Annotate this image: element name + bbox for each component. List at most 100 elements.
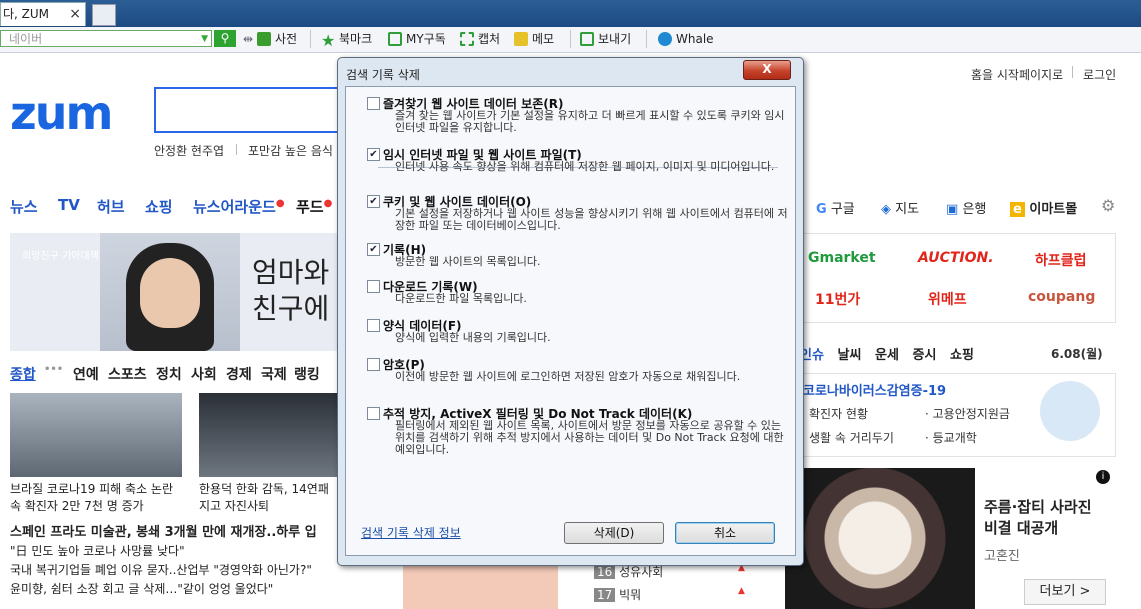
toolbar-label: 북마크 [339, 32, 373, 46]
toolbar-whale-button[interactable]: Whale [658, 30, 714, 48]
set-home-link[interactable]: 홈을 시작페이지로 [971, 66, 1063, 83]
zum-logo[interactable]: zum [10, 86, 113, 140]
emart-link[interactable]: e 이마트몰 [1010, 198, 1077, 217]
option-description: 인터넷 사용 속도 향상을 위해 컴퓨터에 저장한 웹 페이지, 이미지 및 미… [395, 160, 775, 173]
shop-auction[interactable]: AUCTION. [918, 250, 994, 266]
info-icon[interactable]: i [1096, 470, 1110, 484]
search-icon[interactable]: ⚲ [214, 30, 236, 47]
news-item[interactable]: "日 민도 높아 코로나 사망률 낮다" [10, 542, 185, 559]
checkbox[interactable]: ✔ [367, 243, 380, 256]
link-label: 이마트몰 [1029, 202, 1078, 217]
checkbox[interactable] [367, 97, 380, 110]
topic-tab[interactable]: 쇼핑 [950, 348, 974, 363]
nav-tv[interactable]: TV [58, 196, 80, 214]
login-link[interactable]: 로그인 [1083, 66, 1116, 83]
divider [236, 144, 237, 155]
subnav-economy[interactable]: 경제 [226, 364, 252, 384]
toolbar-subscription-button[interactable]: MY구독 [388, 30, 446, 48]
photo-caption[interactable]: 브라질 코로나19 피해 축소 논란 속 확진자 2만 7천 명 증가 [10, 480, 173, 514]
toolbar-label: 보내기 [598, 32, 632, 46]
checkbox[interactable]: ✔ [367, 195, 380, 208]
delete-button[interactable]: 삭제(D) [564, 522, 664, 544]
toolbar-dictionary-button[interactable]: 사전 [257, 30, 297, 48]
ranking-item[interactable]: 17 빅뭐 [594, 586, 641, 603]
option-description: 양식에 입력한 내용의 기록입니다. [395, 331, 551, 344]
nav-food[interactable]: 푸드● [296, 196, 332, 217]
news-item[interactable]: 국내 복귀기업들 폐업 이유 묻자..산업부 "경영악화 아닌가?" [10, 561, 312, 578]
topic-tab[interactable]: 운세 [875, 348, 899, 363]
subnav-all[interactable]: 종합 [10, 364, 36, 384]
subnav-world[interactable]: 국제 [261, 364, 287, 384]
browser-tab[interactable]: 다, ZUM × [0, 2, 86, 26]
topic-tab[interactable]: 날씨 [838, 348, 862, 363]
search-hint[interactable]: 안정환 현주엽 [154, 142, 224, 159]
shop-coupang[interactable]: coupang [1028, 289, 1095, 305]
rank-up-icon: ▲ [738, 586, 745, 596]
option-description: 필터링에서 제외된 웹 사이트 목록, 사이트에서 방문 정보를 자동으로 공유… [395, 419, 784, 456]
toolbar-divider [646, 30, 647, 48]
nav-label: 뉴스어라운드 [193, 198, 276, 216]
nav-shopping[interactable]: 쇼핑 [145, 196, 173, 217]
ad-banner[interactable]: 희망친구 기아대책 엄마와 친구에 [10, 233, 337, 351]
google-link[interactable]: G 구글 [816, 198, 855, 217]
close-button[interactable]: X [743, 60, 791, 80]
subnav-society[interactable]: 사회 [191, 364, 217, 384]
ad-image[interactable] [403, 566, 558, 609]
subnav-politics[interactable]: 정치 [156, 364, 182, 384]
option-description: 기본 설정을 저장하거나 웹 사이트 성능을 향상시키기 위해 웹 사이트에서 … [395, 207, 788, 232]
toolbar-search-input[interactable]: 네이버 ▼ [0, 30, 212, 47]
google-icon: G [816, 202, 827, 217]
toolbar-memo-button[interactable]: 메모 [514, 30, 554, 48]
nav-news[interactable]: 뉴스 [10, 196, 38, 217]
corona-link[interactable]: · 등교개학 [925, 429, 977, 446]
gear-icon[interactable]: ⚙ [1101, 196, 1115, 215]
photo-caption[interactable]: 한용덕 한화 감독, 14연패 지고 자진사퇴 [199, 480, 329, 514]
subnav-entertainment[interactable]: 연예 [73, 364, 99, 384]
headline-news[interactable]: 스페인 프라도 미술관, 봉쇄 3개월 만에 재개장..하루 입 [10, 521, 317, 540]
chevron-down-icon[interactable]: ▼ [201, 31, 208, 48]
checkbox[interactable] [367, 280, 380, 293]
new-tab-button[interactable] [92, 4, 116, 26]
checkbox[interactable] [367, 407, 380, 420]
shop-wemakeprice[interactable]: 위메프 [928, 289, 967, 309]
ad-more-button[interactable]: 더보기 > [1024, 579, 1106, 605]
tab-close-icon[interactable]: × [69, 3, 81, 25]
nav-hub[interactable]: 허브 [97, 196, 125, 217]
new-dot-icon: ● [323, 198, 333, 209]
toolbar-send-button[interactable]: 보내기 [580, 30, 631, 48]
search-hint[interactable]: 포만감 높은 음식 [248, 142, 333, 159]
banner-org-logo: 희망친구 기아대책 [22, 251, 99, 262]
nav-news-around[interactable]: 뉴스어라운드● [193, 196, 285, 217]
checkbox[interactable] [367, 358, 380, 371]
shop-halfclub[interactable]: 하프클럽 [1035, 250, 1087, 270]
map-link[interactable]: ◈ 지도 [881, 198, 919, 217]
checkbox[interactable]: ✔ [367, 148, 380, 161]
corona-link[interactable]: 생활 속 거리두기 [809, 429, 894, 446]
main-search-input[interactable] [154, 87, 354, 133]
subnav-ranking[interactable]: 랭킹 [294, 364, 320, 384]
ad-product-image [785, 468, 975, 609]
skincare-ad[interactable]: i 주름·잡티 사라진 비결 대공개 고혼진 더보기 > [785, 468, 1131, 609]
news-photo[interactable] [199, 393, 339, 477]
bank-link[interactable]: ▣ 은행 [946, 198, 986, 217]
topic-tab[interactable]: 증시 [913, 348, 937, 363]
toolbar-bookmark-button[interactable]: ★ 북마크 [321, 30, 373, 49]
tab-title: 다, ZUM [3, 7, 50, 21]
doctor-illustration [1040, 381, 1100, 441]
toolbar-capture-button[interactable]: 캡처 [460, 30, 500, 48]
toolbar-label: 캡처 [478, 32, 501, 46]
news-photo[interactable] [10, 393, 182, 477]
corona-link[interactable]: 확진자 현황 [809, 405, 868, 422]
subnav-dots-icon: ••• [44, 364, 64, 375]
checkbox[interactable] [367, 319, 380, 332]
news-item[interactable]: 윤미향, 쉼터 소장 회고 글 삭제…"같이 엉엉 울었다" [10, 580, 273, 597]
shop-gmarket[interactable]: Gmarket [808, 250, 876, 266]
about-delete-history-link[interactable]: 검색 기록 삭제 정보 [361, 524, 461, 541]
capture-icon [460, 32, 474, 46]
shop-11st[interactable]: 11번가 [815, 289, 860, 309]
corona-title[interactable]: 코로나바이러스감염증-19 [803, 380, 946, 399]
option-description: 이전에 방문한 웹 사이트에 로그인하면 저장된 암호가 자동으로 채워집니다. [395, 370, 741, 383]
subnav-sports[interactable]: 스포츠 [108, 364, 147, 384]
corona-link[interactable]: · 고용안정지원금 [925, 405, 1010, 422]
cancel-button[interactable]: 취소 [675, 522, 775, 544]
